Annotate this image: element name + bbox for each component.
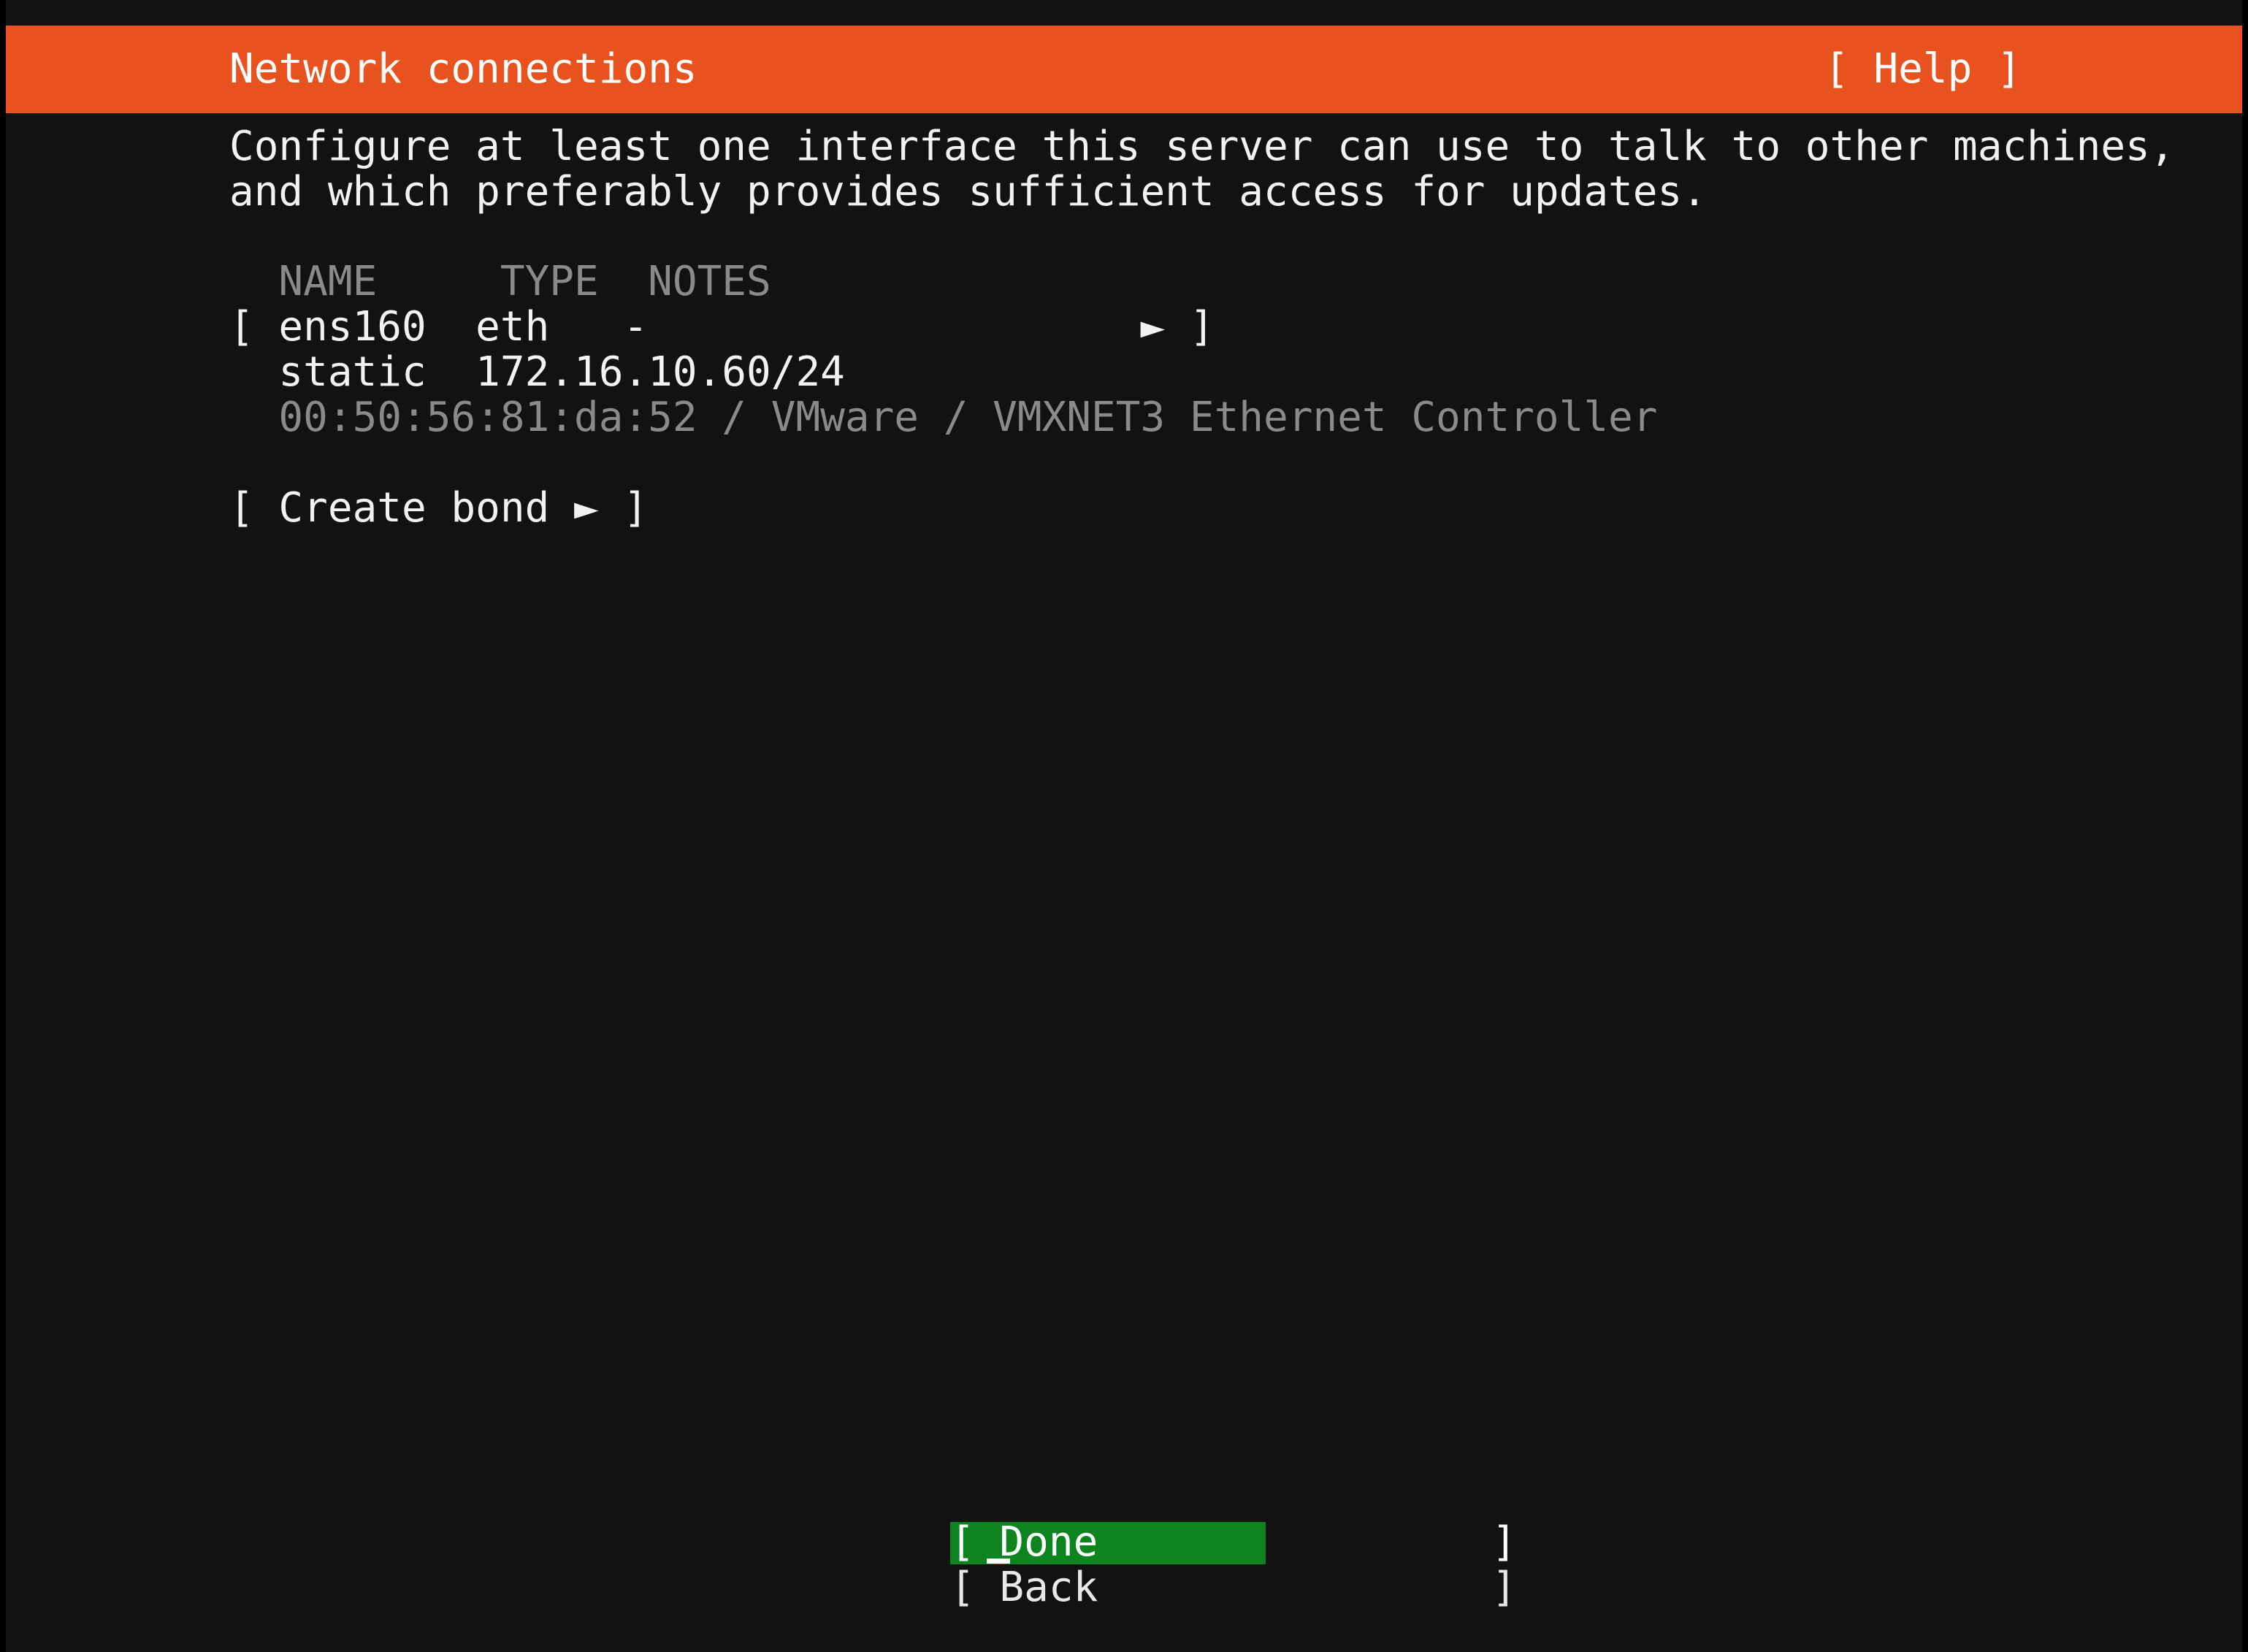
- installer-screen: Network connections [ Help ] Configure a…: [0, 0, 2248, 1652]
- description-line-2: and which preferably provides sufficient…: [229, 168, 1707, 215]
- create-bond-button[interactable]: [ Create bond ► ]: [229, 486, 648, 531]
- header-bar: Network connections [ Help ]: [6, 26, 2242, 113]
- text-cursor: [987, 1559, 1010, 1564]
- done-button[interactable]: [ Done ]: [950, 1521, 1516, 1564]
- interface-hardware-ens160: 00:50:56:81:da:52 / VMware / VMXNET3 Eth…: [229, 394, 1658, 441]
- back-button-label: [ Back ]: [950, 1564, 1517, 1611]
- help-button[interactable]: [ Help ]: [1824, 46, 2022, 93]
- description-line-1: Configure at least one interface this se…: [229, 123, 2175, 170]
- table-column-headers: NAME TYPE NOTES: [229, 258, 771, 305]
- interface-address-ens160: static 172.16.10.60/24: [229, 348, 845, 396]
- back-button[interactable]: [ Back ]: [950, 1566, 1516, 1610]
- terminal-surface: Network connections [ Help ] Configure a…: [6, 0, 2242, 1652]
- done-button-label: [ Done ]: [950, 1518, 1517, 1566]
- page-title: Network connections: [229, 45, 697, 93]
- interface-row-ens160[interactable]: [ ens160 eth - ► ]: [229, 305, 1215, 350]
